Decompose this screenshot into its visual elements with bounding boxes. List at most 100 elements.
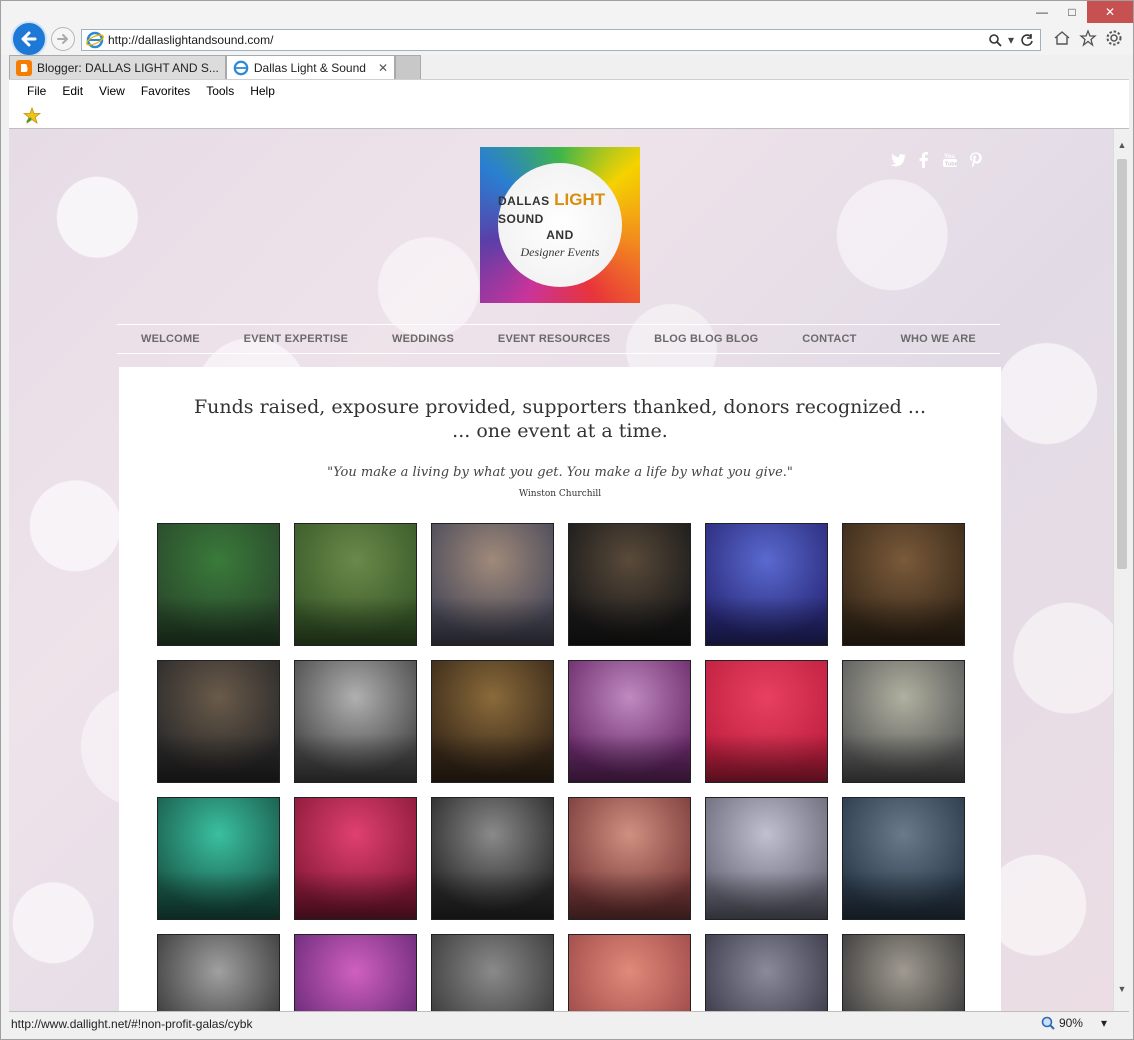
gallery-photo[interactable] xyxy=(568,660,691,783)
back-button[interactable] xyxy=(11,21,47,57)
gallery-photo[interactable] xyxy=(294,797,417,920)
nav-who-we-are[interactable]: WHO WE ARE xyxy=(900,333,976,345)
photo-shade xyxy=(432,870,553,919)
blogger-icon xyxy=(16,59,32,76)
gallery-photo[interactable] xyxy=(294,660,417,783)
menu-favorites[interactable]: Favorites xyxy=(141,84,190,98)
nav-event-expertise[interactable]: EVENT EXPERTISE xyxy=(244,333,348,345)
gallery-photo[interactable] xyxy=(568,797,691,920)
search-icon[interactable] xyxy=(988,33,1002,47)
facebook-icon[interactable] xyxy=(915,151,933,169)
scroll-thumb[interactable] xyxy=(1117,159,1127,569)
home-icon[interactable] xyxy=(1053,29,1071,47)
favorites-bar xyxy=(9,101,1129,129)
menu-help[interactable]: Help xyxy=(250,84,275,98)
status-url: http://www.dallight.net/#!non-profit-gal… xyxy=(11,1016,253,1031)
menu-file[interactable]: File xyxy=(27,84,46,98)
photo-shade xyxy=(158,596,279,645)
zoom-icon xyxy=(1041,1016,1055,1030)
zoom-control[interactable]: 90% ▾ xyxy=(1041,1016,1107,1030)
headline-line-2: ... one event at a time. xyxy=(452,420,668,442)
tab-blogger[interactable]: Blogger: DALLAS LIGHT AND S... xyxy=(9,55,226,79)
page-headline: Funds raised, exposure provided, support… xyxy=(119,395,1001,443)
nav-weddings[interactable]: WEDDINGS xyxy=(392,333,454,345)
gallery-photo[interactable] xyxy=(157,660,280,783)
gallery-photo[interactable] xyxy=(157,797,280,920)
site-logo[interactable]: DALLAS LIGHT SOUND AND Designer Events xyxy=(480,147,640,303)
close-tab-icon[interactable]: ✕ xyxy=(378,61,388,75)
nav-event-resources[interactable]: EVENT RESOURCES xyxy=(498,333,610,345)
gallery-photo[interactable] xyxy=(157,523,280,646)
twitter-icon[interactable] xyxy=(889,151,907,169)
photo-shade xyxy=(706,733,827,782)
status-bar: http://www.dallight.net/#!non-profit-gal… xyxy=(9,1011,1129,1035)
photo-shade xyxy=(706,596,827,645)
logo-circle: DALLAS LIGHT SOUND AND Designer Events xyxy=(498,163,622,287)
nav-blog[interactable]: BLOG BLOG BLOG xyxy=(654,333,758,345)
gallery-photo[interactable] xyxy=(705,797,828,920)
youtube-icon[interactable]: You Tube xyxy=(941,151,959,169)
gallery-photo[interactable] xyxy=(294,934,417,1011)
vertical-scrollbar[interactable]: ▲ ▼ xyxy=(1113,129,1129,1011)
nav-contact[interactable]: CONTACT xyxy=(802,333,856,345)
forward-button[interactable] xyxy=(51,27,75,51)
gallery-photo[interactable] xyxy=(842,523,965,646)
address-bar[interactable]: http://dallaslightandsound.com/ ▾ xyxy=(81,29,1041,51)
gallery-photo[interactable] xyxy=(431,934,554,1011)
photo-shade xyxy=(295,596,416,645)
photo-shade xyxy=(843,596,964,645)
menu-tools[interactable]: Tools xyxy=(206,84,234,98)
gear-icon[interactable] xyxy=(1105,29,1123,47)
photo-shade xyxy=(295,870,416,919)
headline-line-1: Funds raised, exposure provided, support… xyxy=(193,396,927,418)
photo-shade xyxy=(843,870,964,919)
gallery-photo[interactable] xyxy=(705,660,828,783)
logo-light: LIGHT xyxy=(554,190,606,209)
gallery-photo[interactable] xyxy=(568,523,691,646)
ie-icon xyxy=(233,60,249,75)
maximize-button[interactable]: □ xyxy=(1057,1,1087,23)
scroll-down-arrow[interactable]: ▼ xyxy=(1114,981,1130,997)
browser-toolbar: — □ ✕ http://dallaslightandsound.com/ ▾ xyxy=(1,1,1133,57)
tab-strip: Blogger: DALLAS LIGHT AND S... Dallas Li… xyxy=(9,55,421,79)
gallery-photo[interactable] xyxy=(431,660,554,783)
gallery-photo[interactable] xyxy=(294,523,417,646)
menu-view[interactable]: View xyxy=(99,84,125,98)
quote-author: Winston Churchill xyxy=(518,489,602,499)
quote-text: "You make a living by what you get. You … xyxy=(327,465,793,480)
pinterest-icon[interactable] xyxy=(967,151,985,169)
photo-shade xyxy=(706,870,827,919)
gallery-photo[interactable] xyxy=(431,523,554,646)
tab-dallas-light-sound[interactable]: Dallas Light & Sound ✕ xyxy=(225,55,395,79)
refresh-icon[interactable] xyxy=(1020,33,1034,47)
chevron-down-icon: ▾ xyxy=(1100,1016,1107,1030)
photo-gallery xyxy=(157,523,967,1011)
photo-shade xyxy=(569,733,690,782)
minimize-button[interactable]: — xyxy=(1027,1,1057,23)
gallery-photo[interactable] xyxy=(568,934,691,1011)
photo-shade xyxy=(158,870,279,919)
star-icon[interactable] xyxy=(1079,29,1097,47)
page-viewport: DALLAS LIGHT SOUND AND Designer Events Y… xyxy=(9,129,1113,1011)
zoom-level: 90% xyxy=(1058,1016,1083,1030)
scroll-up-arrow[interactable]: ▲ xyxy=(1114,137,1130,153)
add-favorite-icon[interactable] xyxy=(23,107,41,125)
gallery-photo[interactable] xyxy=(157,934,280,1011)
tab-label: Dallas Light & Sound xyxy=(253,60,366,75)
svg-text:You: You xyxy=(944,154,955,160)
menu-edit[interactable]: Edit xyxy=(62,84,83,98)
menu-bar: File Edit View Favorites Tools Help xyxy=(9,79,1129,101)
window-controls: — □ ✕ xyxy=(1027,1,1133,23)
gallery-photo[interactable] xyxy=(842,797,965,920)
chevron-down-icon[interactable]: ▾ xyxy=(1008,33,1014,47)
new-tab-button[interactable] xyxy=(395,55,421,79)
address-url[interactable]: http://dallaslightandsound.com/ xyxy=(108,33,988,47)
close-window-button[interactable]: ✕ xyxy=(1087,1,1133,23)
nav-welcome[interactable]: WELCOME xyxy=(141,333,200,345)
site-nav: WELCOME EVENT EXPERTISE WEDDINGS EVENT R… xyxy=(117,324,1000,354)
gallery-photo[interactable] xyxy=(705,934,828,1011)
gallery-photo[interactable] xyxy=(842,660,965,783)
gallery-photo[interactable] xyxy=(431,797,554,920)
gallery-photo[interactable] xyxy=(842,934,965,1011)
gallery-photo[interactable] xyxy=(705,523,828,646)
